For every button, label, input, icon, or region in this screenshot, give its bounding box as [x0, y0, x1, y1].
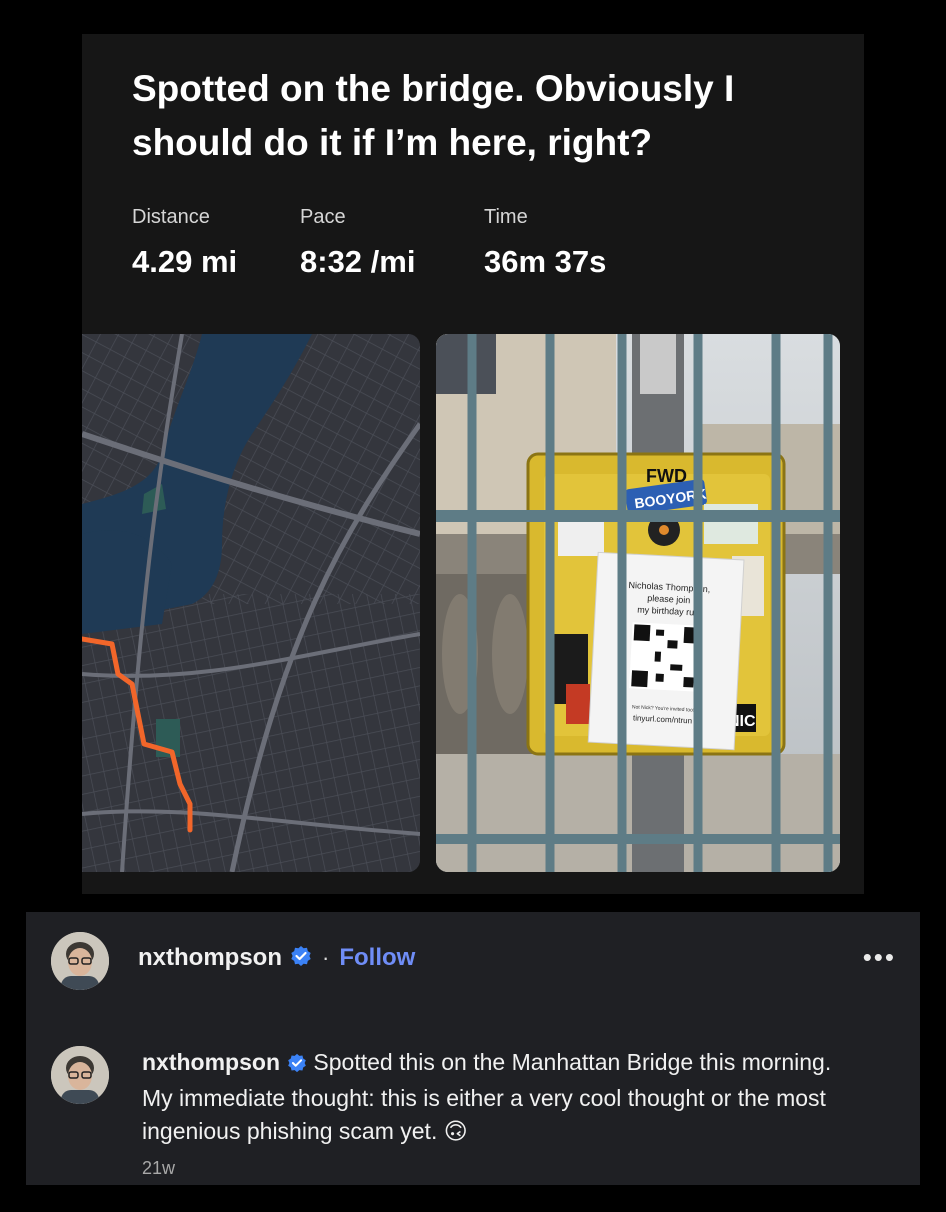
- route-map[interactable]: [82, 334, 420, 872]
- post-timestamp[interactable]: 21w: [142, 1158, 175, 1179]
- separator-dot: ·: [322, 945, 330, 970]
- stat-label: Time: [484, 206, 528, 228]
- birthday-flyer: Nicholas Thompson, please join my birthd…: [587, 551, 745, 751]
- stat-label: Pace: [300, 206, 346, 228]
- post-username[interactable]: nxthompson: [138, 944, 282, 972]
- more-options-icon[interactable]: •••: [863, 942, 896, 973]
- follow-button[interactable]: Follow: [339, 944, 415, 972]
- sticker-fwd: FWD: [646, 466, 687, 486]
- avatar-image: [51, 932, 109, 990]
- route-map-graphic: [82, 334, 420, 872]
- avatar[interactable]: [51, 932, 109, 990]
- stat-label: Distance: [132, 206, 210, 228]
- post-comment-section: nxthompson · Follow ••• nxthompson Spott…: [26, 912, 920, 1185]
- stat-value: 4.29 mi: [132, 244, 238, 279]
- avatar[interactable]: [51, 1046, 109, 1104]
- post-header: nxthompson · Follow: [138, 944, 415, 972]
- verified-badge-icon: [290, 945, 312, 972]
- stat-value: 8:32 /mi: [300, 244, 416, 279]
- bridge-photo-graphic: BOOYORK FWD NIC Nicholas Thompson, pleas…: [436, 334, 840, 872]
- caption-username[interactable]: nxthompson: [142, 1049, 280, 1075]
- stat-distance: Distance 4.29 mi: [132, 204, 237, 280]
- post-caption: nxthompson Spotted this on the Manhattan…: [142, 1046, 842, 1148]
- bridge-photo[interactable]: BOOYORK FWD NIC Nicholas Thompson, pleas…: [436, 334, 840, 872]
- activity-title: Spotted on the bridge. Obviously I shoul…: [132, 68, 735, 163]
- avatar-image: [51, 1046, 109, 1104]
- stat-value: 36m 37s: [484, 244, 607, 279]
- verified-badge-icon: [287, 1049, 307, 1082]
- activity-card: Spotted on the bridge. Obviously I shoul…: [82, 34, 864, 894]
- stat-pace: Pace 8:32 /mi: [300, 204, 415, 280]
- stat-time: Time 36m 37s: [484, 204, 606, 280]
